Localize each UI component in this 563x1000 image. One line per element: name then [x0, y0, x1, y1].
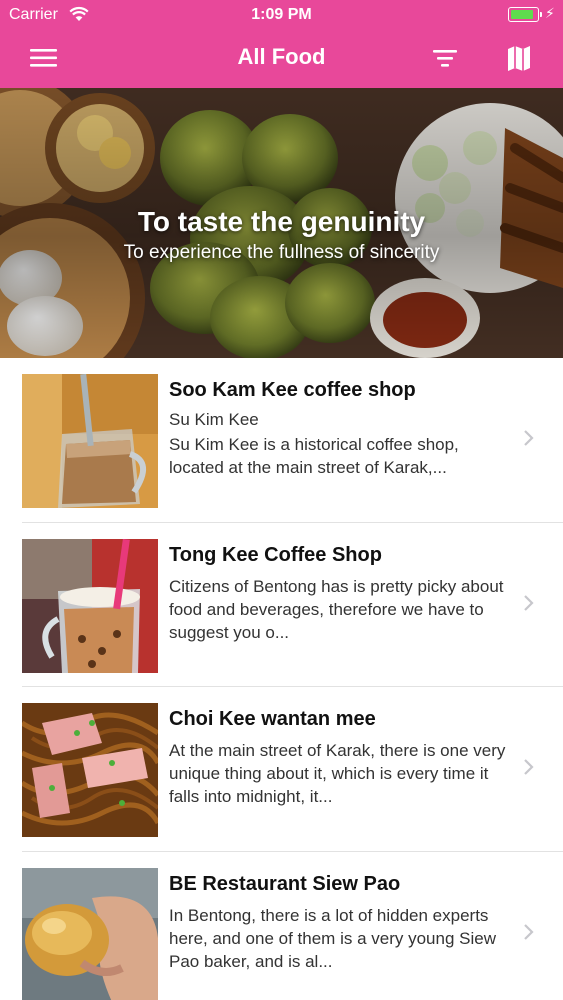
page-title: All Food [237, 44, 326, 69]
filter-icon[interactable] [430, 44, 460, 72]
chevron-right-icon [524, 430, 534, 446]
status-time: 1:09 PM [251, 6, 312, 23]
chevron-right-icon [524, 594, 534, 611]
food-thumbnail [22, 867, 158, 1000]
item-subtitle: Su Kim Kee [169, 410, 259, 429]
charging-icon: ⚡ [545, 5, 555, 21]
status-bar: Carrier 1:09 PM ⚡ [0, 0, 563, 30]
chevron-right-icon [524, 759, 534, 775]
battery-icon [508, 7, 542, 22]
navigation-bar: All Food [0, 30, 563, 88]
list-item[interactable]: Choi Kee wantan mee At the main street o… [22, 687, 563, 852]
item-title: Soo Kam Kee coffee shop [169, 379, 416, 401]
food-thumbnail [22, 703, 158, 837]
food-thumbnail [22, 374, 158, 508]
hero-banner[interactable]: To taste the genuinity To experience the… [0, 88, 563, 358]
item-description: At the main street of Karak, there is on… [169, 741, 506, 806]
food-thumbnail [22, 538, 158, 673]
hero-subtitle: To experience the fullness of sincerity [123, 242, 440, 263]
item-title: Tong Kee Coffee Shop [169, 543, 382, 566]
item-title: Choi Kee wantan mee [169, 708, 376, 730]
item-description: Citizens of Bentong has is pretty picky … [169, 576, 504, 642]
battery-fill [511, 10, 533, 19]
list-item[interactable]: Tong Kee Coffee Shop Citizens of Bentong… [22, 523, 563, 687]
hero-title: To taste the genuinity [137, 206, 426, 237]
item-description: Su Kim Kee is a historical coffee shop, … [169, 435, 459, 477]
food-list: Soo Kam Kee coffee shop Su Kim Kee Su Ki… [0, 358, 563, 1000]
list-item[interactable]: Soo Kam Kee coffee shop Su Kim Kee Su Ki… [22, 358, 563, 523]
chevron-right-icon [524, 923, 534, 940]
top-bar: Carrier 1:09 PM ⚡ All Food [0, 0, 563, 88]
list-item[interactable]: BE Restaurant Siew Pao In Bentong, there… [22, 852, 563, 1000]
item-description: In Bentong, there is a lot of hidden exp… [169, 905, 496, 971]
map-icon[interactable] [503, 42, 535, 74]
item-title: BE Restaurant Siew Pao [169, 872, 401, 895]
